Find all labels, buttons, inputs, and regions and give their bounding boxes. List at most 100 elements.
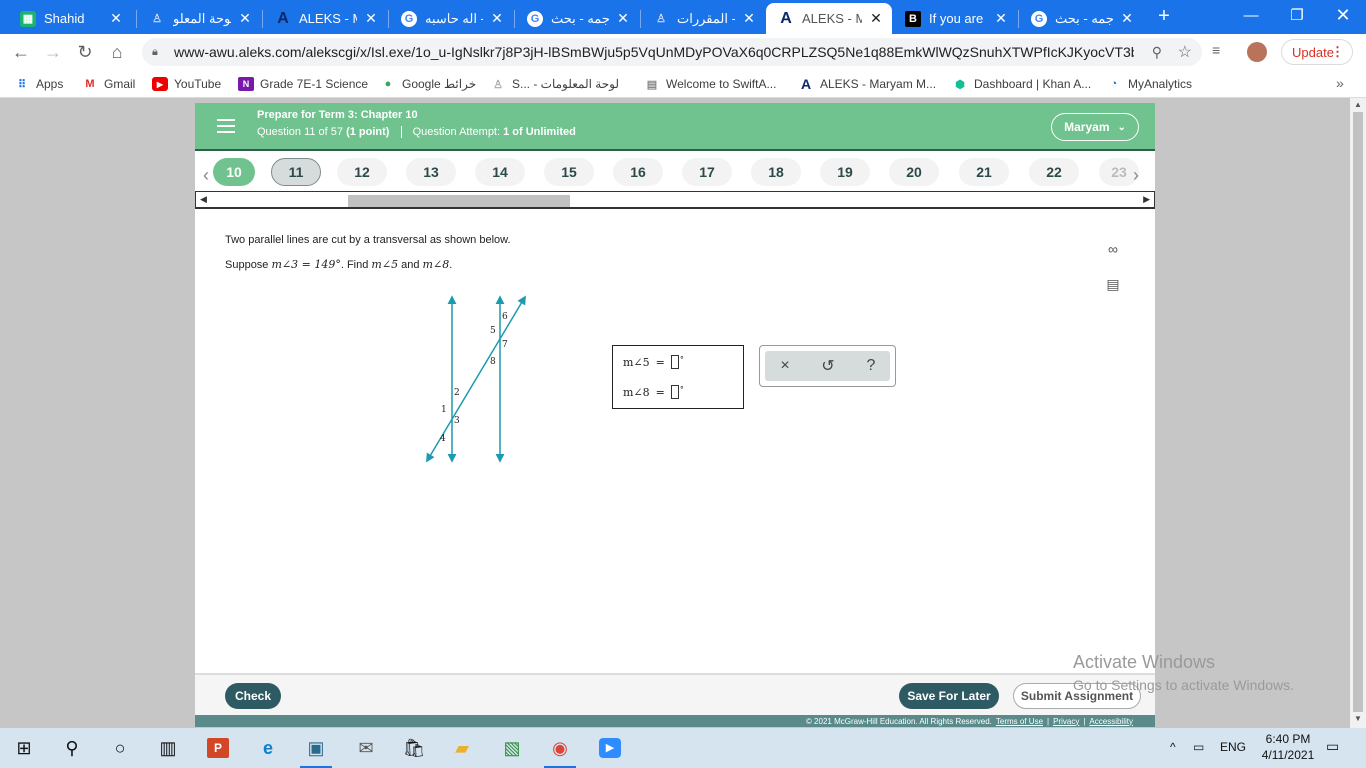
powerpoint-icon[interactable]: P xyxy=(200,734,236,762)
close-tab-icon[interactable]: ✕ xyxy=(363,10,379,27)
close-tab-icon[interactable]: ✕ xyxy=(741,10,757,27)
angle5-input[interactable] xyxy=(670,355,679,369)
close-window-button[interactable]: ✕ xyxy=(1320,0,1366,30)
reading-list-icon[interactable]: ≡ xyxy=(1212,42,1232,62)
page-scrollbar[interactable]: ▲ ▼ xyxy=(1350,98,1366,728)
question-nav-scrollbar[interactable]: ◀ ▶ xyxy=(195,191,1155,209)
mail-icon[interactable]: ✉ xyxy=(348,734,384,762)
update-button[interactable]: Update ⋮ xyxy=(1281,39,1353,65)
close-tab-icon[interactable]: ✕ xyxy=(108,10,124,27)
question-pill[interactable]: 13 xyxy=(406,158,456,186)
bookmark-khan[interactable]: ⬢ Dashboard | Khan A... xyxy=(952,76,1091,92)
cortana-icon[interactable]: ○ xyxy=(102,734,138,762)
search-icon[interactable]: ⚲ xyxy=(1152,44,1162,61)
network-icon[interactable]: ▭ xyxy=(1193,740,1204,754)
store-icon[interactable]: 🛍︎ xyxy=(396,734,432,762)
chevron-up-icon[interactable]: ^ xyxy=(1170,740,1176,754)
chevron-left-icon[interactable]: ‹ xyxy=(203,165,209,186)
tab-translate-search-2[interactable]: G ترجمه - بحث ✕ xyxy=(1019,3,1143,34)
file-explorer-icon[interactable]: ▰ xyxy=(444,734,480,762)
save-for-later-button[interactable]: Save For Later xyxy=(899,683,999,709)
bookmark-myanalytics[interactable]: ◔ MyAnalytics xyxy=(1106,76,1192,92)
url-text[interactable]: www-awu.aleks.com/alekscgi/x/Isl.exe/1o_… xyxy=(174,44,1134,60)
tab-aleks-active[interactable]: A ALEKS - Ma ✕ xyxy=(766,3,892,34)
bookmark-youtube[interactable]: ▶ YouTube xyxy=(152,76,221,92)
app-window-icon[interactable]: ▣ xyxy=(298,734,334,768)
address-bar[interactable]: 🔒︎ www-awu.aleks.com/alekscgi/x/Isl.exe/… xyxy=(142,38,1202,66)
bookmark-aleks[interactable]: A ALEKS - Maryam M... xyxy=(798,76,936,92)
question-pill[interactable]: 22 xyxy=(1029,158,1079,186)
maps-pin-icon: ● xyxy=(384,78,392,90)
close-tab-icon[interactable]: ✕ xyxy=(237,10,253,27)
close-tab-icon[interactable]: ✕ xyxy=(993,10,1009,27)
edge-icon[interactable]: e xyxy=(250,734,286,762)
zoom-icon[interactable]: ▶ xyxy=(592,734,628,762)
close-tab-icon[interactable]: ✕ xyxy=(868,10,884,27)
language-indicator[interactable]: ENG xyxy=(1220,740,1246,754)
question-pill[interactable]: 12 xyxy=(337,158,387,186)
back-button[interactable]: ← xyxy=(8,40,34,64)
undo-button[interactable]: ↺ xyxy=(813,354,843,378)
angle-label-6: 6 xyxy=(502,312,508,322)
question-pill[interactable]: 15 xyxy=(544,158,594,186)
question-pill[interactable]: 14 xyxy=(475,158,525,186)
youtube-icon: ▶ xyxy=(152,77,168,91)
question-pill[interactable]: 16 xyxy=(613,158,663,186)
close-tab-icon[interactable]: ✕ xyxy=(1119,10,1135,27)
whiteboard-icon[interactable]: ▧ xyxy=(494,734,530,762)
bookmark-star-icon[interactable]: ☆ xyxy=(1178,42,1192,62)
check-button[interactable]: Check xyxy=(225,683,281,709)
tab-if-you-are[interactable]: B If you are s ✕ xyxy=(893,3,1017,34)
hamburger-menu-icon[interactable] xyxy=(217,119,235,133)
user-menu-button[interactable]: Maryam ⌄ xyxy=(1051,113,1139,141)
tab-shahid[interactable]: ▦ Shahid ✕ xyxy=(8,3,132,34)
tab-dashboard-ar[interactable]: ♙ لوحة المعلو ✕ xyxy=(137,3,261,34)
new-tab-button[interactable]: + xyxy=(1152,6,1176,28)
angle8-input[interactable] xyxy=(670,385,679,399)
chevron-right-icon[interactable]: › xyxy=(1133,165,1139,186)
profile-avatar[interactable] xyxy=(1247,42,1267,62)
bookmark-gmail[interactable]: M Gmail xyxy=(82,76,135,92)
notebook-icon[interactable]: ▤ xyxy=(1102,276,1124,296)
infinity-icon[interactable]: ∞ xyxy=(1101,241,1125,261)
more-bookmarks-icon[interactable]: » xyxy=(1336,75,1344,91)
accessibility-link[interactable]: Accessibility xyxy=(1089,717,1133,726)
question-pill[interactable]: 17 xyxy=(682,158,732,186)
tab-translate-search-1[interactable]: G ترجمه - بحث ✕ xyxy=(515,3,639,34)
clock-date[interactable]: 4/11/2021 xyxy=(1256,748,1320,762)
question-pill[interactable]: 18 xyxy=(751,158,801,186)
clock-time[interactable]: 6:40 PM xyxy=(1262,732,1314,746)
windows-start-icon[interactable]: ⊞ xyxy=(6,734,42,762)
forward-button[interactable]: → xyxy=(40,40,66,64)
bookmark-apps[interactable]: ⠿ Apps xyxy=(14,76,63,92)
close-tab-icon[interactable]: ✕ xyxy=(489,10,505,27)
question-pill-current[interactable]: 11 xyxy=(271,158,321,186)
question-pill[interactable]: 20 xyxy=(889,158,939,186)
close-tab-icon[interactable]: ✕ xyxy=(615,10,631,27)
bookmark-swift[interactable]: ▤ Welcome to SwiftA... xyxy=(644,76,777,92)
question-pill[interactable]: 10 xyxy=(213,158,255,186)
notification-icon[interactable]: ▭ xyxy=(1326,738,1339,755)
answer-row-angle5: m∠5 = ° xyxy=(623,354,684,369)
task-view-icon[interactable]: ▥ xyxy=(150,734,186,762)
minimize-button[interactable]: — xyxy=(1228,0,1274,30)
help-button[interactable]: ? xyxy=(856,354,886,378)
khan-icon: ⬢ xyxy=(955,78,965,91)
privacy-link[interactable]: Privacy xyxy=(1053,717,1079,726)
reload-button[interactable]: ↻ xyxy=(72,40,98,64)
page-icon: ▤ xyxy=(646,78,658,91)
bookmark-maps[interactable]: ● Google خرائط xyxy=(380,76,476,92)
search-icon[interactable]: ⚲ xyxy=(54,734,90,762)
question-pill[interactable]: 21 xyxy=(959,158,1009,186)
question-pill[interactable]: 19 xyxy=(820,158,870,186)
tab-aleks-1[interactable]: A ALEKS - Ma ✕ xyxy=(263,3,387,34)
tab-calculator-search[interactable]: G اله حاسبه - ✕ xyxy=(389,3,513,34)
chrome-icon[interactable]: ◉ xyxy=(542,734,578,768)
terms-link[interactable]: Terms of Use xyxy=(996,717,1043,726)
home-button[interactable]: ⌂ xyxy=(104,40,130,64)
restore-button[interactable]: ❐ xyxy=(1274,0,1320,30)
tab-courses-ar[interactable]: ♙ المقررات - y ✕ xyxy=(641,3,765,34)
bookmark-dashboard-ar[interactable]: ♙ S... - لوحة المعلومات xyxy=(490,76,619,92)
clear-button[interactable]: × xyxy=(770,354,800,378)
bookmark-grade7[interactable]: N Grade 7E-1 Science xyxy=(238,76,368,92)
